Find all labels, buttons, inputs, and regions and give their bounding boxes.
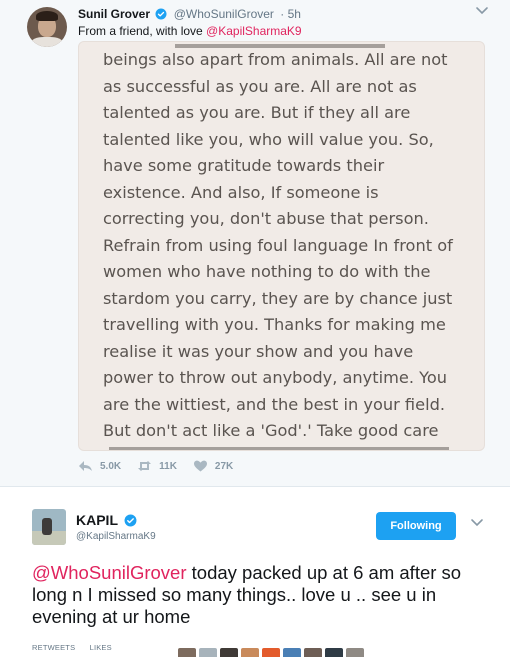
- retweet-action[interactable]: 11K: [137, 460, 177, 472]
- tweet1-text-prefix: From a friend, with love: [78, 24, 207, 38]
- photo-text-line: realise it was your show and you have: [103, 342, 414, 361]
- reply-icon: [79, 461, 92, 471]
- photo-text-line: correcting you, don't abuse that person.: [103, 209, 429, 228]
- tweet1-actions: 5.0K 11K 27K: [78, 459, 249, 473]
- photo-text-line: travelling with you. Thanks for making m…: [103, 315, 446, 334]
- chevron-down-icon[interactable]: [470, 518, 484, 528]
- verified-icon: [155, 8, 167, 20]
- photo-text-line: as successful as you are. All are not as: [103, 77, 417, 96]
- tweet2-text: @WhoSunilGrover today packed up at 6 am …: [32, 562, 492, 628]
- tweet1-timestamp[interactable]: · 5h: [280, 7, 301, 21]
- photo-text-line: talented as you are. But if they all are: [103, 103, 411, 122]
- liker-avatar[interactable]: [178, 648, 196, 657]
- following-button[interactable]: Following: [376, 512, 456, 540]
- tweet1-photo-note[interactable]: beings also apart from animals. All are …: [78, 41, 485, 451]
- likes-stat-label[interactable]: LIKES: [90, 643, 112, 652]
- photo-text-line: existence. And also, If someone is: [103, 183, 379, 202]
- liker-avatar[interactable]: [304, 648, 322, 657]
- like-action[interactable]: 27K: [193, 460, 233, 472]
- liker-avatars: [178, 648, 367, 657]
- sunil-grover-avatar[interactable]: [27, 7, 67, 47]
- photo-text-line: But don't act like a 'God'.' Take good c…: [103, 421, 439, 440]
- photo-cropped-line-bottom: [109, 447, 449, 450]
- liker-avatar[interactable]: [241, 648, 259, 657]
- tweet2-stats: RETWEETS LIKES: [32, 643, 124, 652]
- tweet2-author-name[interactable]: KAPIL: [76, 512, 118, 528]
- liker-avatar[interactable]: [325, 648, 343, 657]
- retweet-count: 11K: [159, 460, 177, 472]
- tweet2-author-handle[interactable]: @KapilSharmaK9: [76, 531, 156, 542]
- liker-avatar[interactable]: [283, 648, 301, 657]
- photo-text-line: talented like you, who will value you. S…: [103, 130, 434, 149]
- tweet2-mention-link[interactable]: @WhoSunilGrover: [32, 562, 187, 583]
- retweets-stat-label[interactable]: RETWEETS: [32, 643, 75, 652]
- photo-text-line: have some gratitude towards their: [103, 156, 385, 175]
- photo-text-line: power to throw out anybody, anytime. You: [103, 368, 448, 387]
- liker-avatar[interactable]: [346, 648, 364, 657]
- photo-text-line: women who have nothing to do with the: [103, 262, 431, 281]
- kapil-avatar[interactable]: [32, 509, 66, 545]
- photo-text-line: Refrain from using foul language In fron…: [103, 236, 453, 255]
- photo-text-line: stardom you carry, they are by chance ju…: [103, 289, 453, 308]
- liker-avatar[interactable]: [199, 648, 217, 657]
- tweet1-author-handle[interactable]: @WhoSunilGrover: [174, 7, 274, 21]
- liker-avatar[interactable]: [220, 648, 238, 657]
- retweet-icon: [138, 461, 152, 471]
- tweet1-header: Sunil Grover @WhoSunilGrover · 5h: [78, 7, 301, 21]
- chevron-down-icon[interactable]: [475, 6, 489, 16]
- photo-text-line: beings also apart from animals. All are …: [103, 50, 448, 69]
- verified-icon: [124, 514, 137, 527]
- heart-icon: [193, 460, 207, 472]
- tweet1-text: From a friend, with love @KapilSharmaK9: [78, 24, 302, 38]
- like-count: 27K: [214, 460, 234, 472]
- reply-action[interactable]: 5.0K: [78, 460, 121, 472]
- tweet2-author: KAPIL: [76, 512, 137, 528]
- liker-avatar[interactable]: [262, 648, 280, 657]
- tweet1-mention-link[interactable]: @KapilSharmaK9: [206, 24, 302, 38]
- quoted-reply-tweet: Sunil Grover @WhoSunilGrover · 5h From a…: [0, 0, 510, 487]
- photo-cropped-line-top: [175, 44, 385, 48]
- reply-count: 5.0K: [100, 460, 122, 472]
- photo-text-line: are the wittiest, and the best in your f…: [103, 395, 445, 414]
- tweet1-author-name[interactable]: Sunil Grover: [78, 7, 150, 21]
